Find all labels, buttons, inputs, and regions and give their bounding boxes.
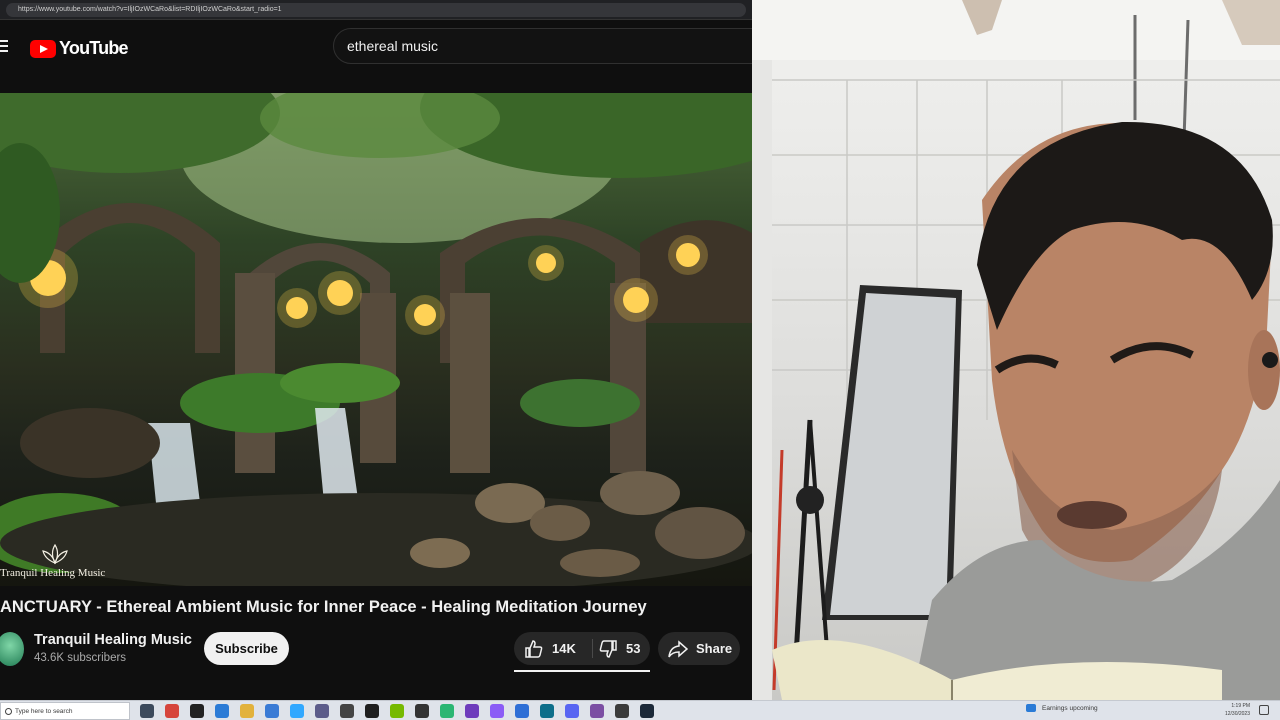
address-bar[interactable]: https://www.youtube.com/watch?v=IljIOzWC… bbox=[0, 0, 752, 20]
chrome-icon[interactable] bbox=[165, 704, 179, 718]
webcam-feed bbox=[752, 0, 1280, 700]
like-count: 14K bbox=[552, 641, 576, 656]
file-explorer-icon[interactable] bbox=[240, 704, 254, 718]
edge-icon[interactable] bbox=[215, 704, 229, 718]
task-view-icon[interactable] bbox=[140, 704, 154, 718]
search-icon bbox=[5, 707, 12, 715]
app-icon[interactable] bbox=[590, 704, 604, 718]
like-divider bbox=[592, 639, 593, 658]
search-input[interactable]: ethereal music bbox=[333, 28, 752, 64]
app-icon[interactable] bbox=[515, 704, 529, 718]
video-frame bbox=[0, 93, 752, 586]
like-button[interactable]: 14K bbox=[514, 632, 590, 665]
app-icon[interactable] bbox=[440, 704, 454, 718]
nvidia-icon[interactable] bbox=[390, 704, 404, 718]
video-player[interactable]: Tranquil Healing Music bbox=[0, 93, 752, 586]
youtube-header: YouTube ethereal music bbox=[0, 20, 752, 74]
youtube-play-icon bbox=[30, 39, 56, 58]
app-icon[interactable] bbox=[465, 704, 479, 718]
like-dislike-group: 14K 53 bbox=[514, 632, 650, 672]
weather-text: Earnings upcoming bbox=[1042, 704, 1098, 712]
video-title: ANCTUARY - Ethereal Ambient Music for In… bbox=[0, 598, 647, 616]
dislike-count: 53 bbox=[626, 641, 641, 656]
taskbar-search-placeholder: Type here to search bbox=[15, 707, 73, 715]
windows-taskbar: Type here to search Earnings upcoming 1:… bbox=[0, 700, 1280, 720]
channel-watermark: Tranquil Healing Music bbox=[0, 543, 118, 583]
channel-avatar[interactable] bbox=[0, 632, 24, 666]
app-icon[interactable] bbox=[490, 704, 504, 718]
taskbar-clock[interactable]: 1:19 PM 12/30/2023 bbox=[1220, 702, 1250, 718]
subscriber-count: 43.6K subscribers bbox=[34, 652, 127, 664]
channel-name[interactable]: Tranquil Healing Music bbox=[34, 632, 192, 648]
clock-date: 12/30/2023 bbox=[1224, 711, 1250, 717]
share-label: Share bbox=[696, 641, 733, 656]
browser-window: https://www.youtube.com/watch?v=IljIOzWC… bbox=[0, 0, 752, 700]
youtube-logo-text: YouTube bbox=[59, 38, 129, 58]
photoshop-icon[interactable] bbox=[290, 704, 304, 718]
taskbar-app-icons bbox=[140, 704, 665, 718]
clock-time: 1:19 PM bbox=[1231, 703, 1250, 709]
thumbs-up-icon bbox=[525, 639, 543, 658]
app-icon[interactable] bbox=[415, 704, 429, 718]
dislike-button[interactable]: 53 bbox=[594, 632, 650, 665]
discord-icon[interactable] bbox=[565, 704, 579, 718]
notification-icon[interactable] bbox=[1259, 705, 1269, 715]
app-icon[interactable] bbox=[540, 704, 554, 718]
screen: https://www.youtube.com/watch?v=IljIOzWC… bbox=[0, 0, 1280, 720]
obs-icon[interactable] bbox=[190, 704, 204, 718]
weather-icon bbox=[1026, 704, 1036, 712]
subscribe-button[interactable]: Subscribe bbox=[204, 632, 289, 665]
terminal-icon[interactable] bbox=[365, 704, 379, 718]
share-arrow-icon bbox=[668, 639, 688, 658]
taskbar-search-box[interactable]: Type here to search bbox=[0, 702, 130, 720]
youtube-logo[interactable]: YouTube bbox=[30, 38, 129, 59]
lotus-logo-icon bbox=[42, 543, 68, 565]
url-text[interactable]: https://www.youtube.com/watch?v=IljIOzWC… bbox=[6, 3, 746, 17]
share-button[interactable]: Share bbox=[658, 632, 740, 665]
hamburger-menu-icon[interactable] bbox=[0, 40, 8, 52]
webcam-scene bbox=[752, 0, 1280, 700]
like-bar-underline bbox=[514, 670, 650, 672]
app-icon[interactable] bbox=[615, 704, 629, 718]
thumbs-down-icon bbox=[599, 639, 617, 658]
game-icon[interactable] bbox=[340, 704, 354, 718]
app-icon[interactable] bbox=[315, 704, 329, 718]
system-tray[interactable]: Earnings upcoming bbox=[1026, 704, 1098, 712]
mail-icon[interactable] bbox=[265, 704, 279, 718]
watermark-text: Tranquil Healing Music bbox=[0, 567, 106, 579]
steam-icon[interactable] bbox=[640, 704, 654, 718]
